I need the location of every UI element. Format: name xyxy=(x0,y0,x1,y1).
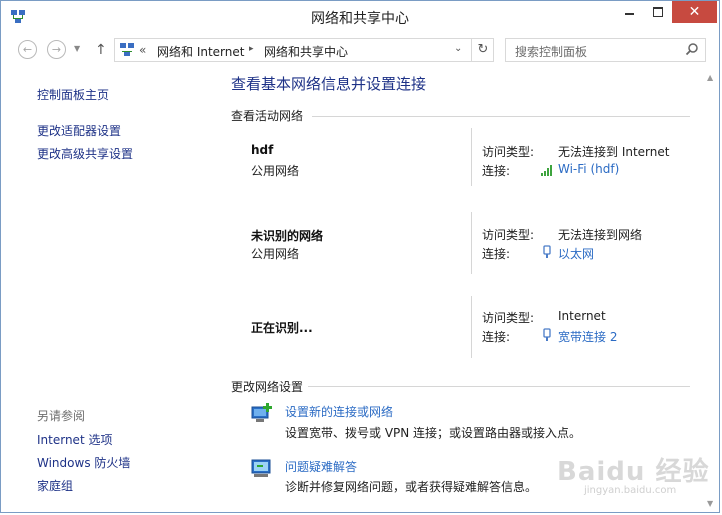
address-dropdown-chevron-icon[interactable]: ⌄ xyxy=(454,43,462,54)
network-center-icon xyxy=(120,43,134,56)
breadcrumb-arrow-icon[interactable]: ▸ xyxy=(249,44,254,54)
section-divider xyxy=(312,116,690,117)
active-networks-heading: 查看活动网络 xyxy=(231,109,304,123)
access-type-value: 无法连接到网络 xyxy=(558,228,643,242)
connection-link-broadband[interactable]: 宽带连接 2 xyxy=(558,328,617,345)
connection-link-wifi[interactable]: Wi-Fi (hdf) xyxy=(558,162,619,176)
vertical-divider xyxy=(471,212,472,274)
app-window: 网络和共享中心 ✕ ← → ▼ ↑ « 网络和 Internet ▸ 网络和共享… xyxy=(0,0,720,513)
network-name: hdf xyxy=(251,143,274,157)
connection-link-ethernet[interactable]: 以太网 xyxy=(558,245,594,262)
setup-connection-desc: 设置宽带、拨号或 VPN 连接；或设置路由器或接入点。 xyxy=(285,426,582,440)
up-button[interactable]: ↑ xyxy=(95,42,107,58)
back-button[interactable]: ← xyxy=(18,40,37,59)
access-type-value: Internet xyxy=(558,309,606,323)
refresh-button[interactable]: ↻ xyxy=(471,39,494,61)
troubleshoot-link[interactable]: 问题疑难解答 xyxy=(285,458,357,475)
sidebar-item-windows-firewall[interactable]: Windows 防火墙 xyxy=(37,454,130,471)
breadcrumb-overflow[interactable]: « xyxy=(139,43,146,57)
setup-connection-link[interactable]: 设置新的连接或网络 xyxy=(285,403,393,420)
window-title: 网络和共享中心 xyxy=(311,11,409,27)
network-name: 未识别的网络 xyxy=(251,229,324,243)
connection-label: 连接: xyxy=(482,330,511,344)
maximize-button[interactable] xyxy=(644,1,672,23)
address-bar[interactable]: « 网络和 Internet ▸ 网络和共享中心 ⌄ ↻ xyxy=(114,38,494,62)
breadcrumb-network-center[interactable]: 网络和共享中心 xyxy=(264,43,348,60)
search-box[interactable]: 搜索控制面板 xyxy=(505,38,706,62)
network-type-link[interactable]: 公用网络 xyxy=(251,245,299,262)
sidebar-item-homegroup[interactable]: 家庭组 xyxy=(37,477,73,494)
sidebar-item-advanced-sharing[interactable]: 更改高级共享设置 xyxy=(37,145,133,162)
section-divider xyxy=(308,386,690,387)
page-title: 查看基本网络信息并设置连接 xyxy=(231,75,427,93)
scroll-up-icon[interactable]: ▲ xyxy=(707,73,713,82)
title-bar: 网络和共享中心 ✕ xyxy=(1,1,719,32)
ethernet-icon xyxy=(543,245,551,258)
broadband-icon xyxy=(543,328,551,341)
access-type-value: 无法连接到 Internet xyxy=(558,145,670,159)
see-also-heading: 另请参阅 xyxy=(37,409,86,423)
sidebar-item-control-panel-home[interactable]: 控制面板主页 xyxy=(37,86,109,103)
connection-label: 连接: xyxy=(482,164,511,178)
search-input[interactable]: 搜索控制面板 xyxy=(515,43,587,60)
access-type-label: 访问类型: xyxy=(482,228,535,242)
baidu-watermark: Baidu 经验 xyxy=(557,457,710,487)
scrollbar[interactable]: ▲ ▼ xyxy=(704,71,718,511)
vertical-divider xyxy=(471,296,472,358)
new-connection-icon xyxy=(251,403,272,422)
change-settings-heading: 更改网络设置 xyxy=(231,380,304,394)
access-type-label: 访问类型: xyxy=(482,145,535,159)
troubleshoot-desc: 诊断并修复网络问题，或者获得疑难解答信息。 xyxy=(285,480,538,494)
wifi-signal-icon xyxy=(541,165,552,176)
connection-label: 连接: xyxy=(482,247,511,261)
vertical-divider xyxy=(471,128,472,186)
scroll-down-icon[interactable]: ▼ xyxy=(707,499,713,508)
access-type-label: 访问类型: xyxy=(482,311,535,325)
sidebar-item-internet-options[interactable]: Internet 选项 xyxy=(37,431,112,448)
close-icon: ✕ xyxy=(688,4,701,20)
sidebar-item-adapter-settings[interactable]: 更改适配器设置 xyxy=(37,122,121,139)
recent-pages-chevron-icon[interactable]: ▼ xyxy=(74,44,80,53)
minimize-icon xyxy=(624,13,634,15)
network-name: 正在识别... xyxy=(251,321,313,335)
network-type-link[interactable]: 公用网络 xyxy=(251,162,299,179)
breadcrumb-network-internet[interactable]: 网络和 Internet xyxy=(157,43,244,60)
troubleshoot-icon xyxy=(251,459,271,477)
close-button[interactable]: ✕ xyxy=(672,1,717,23)
watermark-url: jingyan.baidu.com xyxy=(584,485,677,496)
forward-button[interactable]: → xyxy=(47,40,66,59)
search-icon[interactable] xyxy=(685,42,699,56)
maximize-icon xyxy=(653,7,663,17)
navigation-bar: ← → ▼ ↑ « 网络和 Internet ▸ 网络和共享中心 ⌄ ↻ 搜索控… xyxy=(1,35,719,65)
minimize-button[interactable] xyxy=(614,1,644,23)
